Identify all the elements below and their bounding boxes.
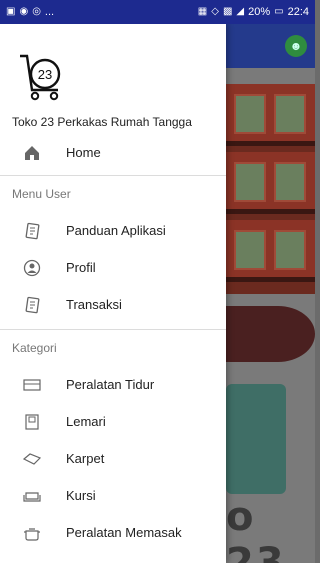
nav-item-label: Peralatan Memasak <box>66 525 182 540</box>
battery-icon: ▭ <box>274 6 284 17</box>
drawer-header: 23 Toko 23 Perkakas Rumah Tangga <box>0 24 226 134</box>
nav-item-label: Profil <box>66 260 96 275</box>
nav-item-label: Karpet <box>66 451 105 466</box>
section-title-menu-user: Menu User <box>12 187 71 201</box>
nav-item-peralatan-memasak[interactable]: Peralatan Memasak <box>0 514 226 551</box>
home-icon <box>22 143 42 163</box>
cart-icon[interactable]: ☻ <box>285 35 307 57</box>
nav-item-label: Lemari <box>66 414 106 429</box>
background-brand-text: o 23 <box>226 494 286 563</box>
cabinet-icon <box>22 412 42 432</box>
product-image-shelf <box>226 84 315 294</box>
store-name: Toko 23 Perkakas Rumah Tangga <box>12 115 192 129</box>
section-title-kategori: Kategori <box>12 341 57 355</box>
target-icon: ◉ <box>19 6 29 17</box>
carpet-icon <box>22 449 42 469</box>
signal-icon: ◢ <box>236 6 245 17</box>
guide-icon <box>22 221 42 241</box>
wifi-icon: ◇ <box>211 6 219 17</box>
product-image-pan <box>226 306 315 362</box>
battery-level: 20% <box>248 6 271 18</box>
more-notifications-icon: ... <box>44 6 55 18</box>
status-bar-left: ▣ ◉ ◎ ... <box>6 6 54 18</box>
bed-icon <box>22 375 42 395</box>
nav-item-lemari[interactable]: Lemari <box>0 403 226 440</box>
nav-item-label: Panduan Aplikasi <box>66 223 166 238</box>
nav-item-kursi[interactable]: Kursi <box>0 477 226 514</box>
navigation-drawer: 23 Toko 23 Perkakas Rumah Tangga Home Me… <box>0 24 226 563</box>
nav-item-transaksi[interactable]: Transaksi <box>0 286 226 323</box>
nav-item-panduan-aplikasi[interactable]: Panduan Aplikasi <box>0 212 226 249</box>
nav-item-label: Peralatan Tidur <box>66 377 155 392</box>
nav-item-home[interactable]: Home <box>0 134 226 171</box>
nav-item-label: Kursi <box>66 488 96 503</box>
cooking-pot-icon <box>22 523 42 543</box>
sofa-icon <box>22 486 42 506</box>
nav-item-label: Transaksi <box>66 297 122 312</box>
nav-item-label: Home <box>66 145 101 160</box>
nav-item-karpet[interactable]: Karpet <box>0 440 226 477</box>
status-bar: ▣ ◉ ◎ ... ▦ ◇ ▩ ◢ 20% ▭ 22:4 <box>0 0 315 24</box>
profile-icon <box>22 258 42 278</box>
product-image-chair <box>226 384 286 494</box>
store-logo: 23 <box>20 54 61 101</box>
nfc-icon: ▦ <box>197 6 208 17</box>
transaction-icon <box>22 295 42 315</box>
clock: 22:4 <box>287 6 309 18</box>
facebook-icon: ▣ <box>6 6 16 17</box>
status-bar-right: ▦ ◇ ▩ ◢ 20% ▭ 22:4 <box>198 6 309 18</box>
sim-icon: ▩ <box>222 6 233 17</box>
camera-icon: ◎ <box>32 6 41 17</box>
nav-item-profil[interactable]: Profil <box>0 249 226 286</box>
logo-number: 23 <box>38 67 52 82</box>
nav-item-peralatan-tidur[interactable]: Peralatan Tidur <box>0 366 226 403</box>
